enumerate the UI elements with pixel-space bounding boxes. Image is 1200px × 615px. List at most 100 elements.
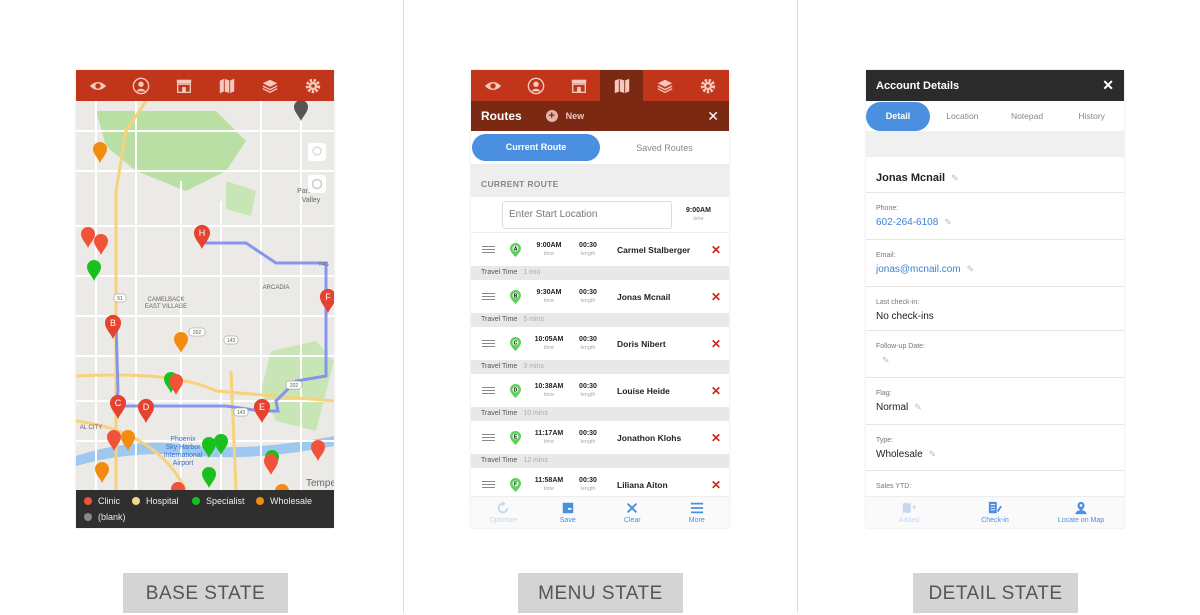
stop-time-value: 11:58AM <box>534 476 564 484</box>
account-map-pin[interactable] <box>95 462 109 483</box>
close-routes-button[interactable]: ✕ <box>707 108 719 125</box>
store-icon <box>571 79 586 93</box>
tab-history[interactable]: History <box>1059 111 1124 121</box>
tab-location[interactable]: Location <box>930 111 995 121</box>
type-value: Wholesale <box>876 449 923 460</box>
added-button[interactable]: Added <box>866 497 952 528</box>
remove-stop-button[interactable]: ✕ <box>711 243 721 257</box>
checkin-label: Check-in <box>981 517 1009 524</box>
drag-handle-icon[interactable] <box>482 246 495 253</box>
routes-header: Routes + New ✕ <box>471 101 729 131</box>
layers-button[interactable] <box>643 70 686 101</box>
drag-handle-icon[interactable] <box>482 481 495 488</box>
eye-button[interactable] <box>76 70 119 101</box>
map-icon <box>614 78 629 93</box>
settings-button[interactable] <box>686 70 729 101</box>
eye-button[interactable] <box>471 70 514 101</box>
account-map-pin[interactable] <box>81 227 95 248</box>
route-stop-row[interactable]: A 9:00AM time 00:30 length Carmel Stalberg… <box>471 233 729 266</box>
locate-button[interactable] <box>308 175 326 193</box>
route-stop-row[interactable]: E 11:17AM time 00:30 length Jonathon Klohs… <box>471 421 729 454</box>
highway-shield: 143 <box>237 410 246 416</box>
email-row: Email: jonas@mcnail.com ✎ <box>866 240 1124 287</box>
save-button[interactable]: Save <box>536 497 601 528</box>
route-stops-list[interactable]: A 9:00AM time 00:30 length Carmel Stalberg… <box>471 233 729 501</box>
remove-stop-button[interactable]: ✕ <box>711 337 721 351</box>
new-route-button[interactable]: + New <box>545 110 584 122</box>
settings-button[interactable] <box>291 70 334 101</box>
tab-detail[interactable]: Detail <box>866 101 930 131</box>
travel-time-row: Travel Time 3 mins <box>471 360 729 374</box>
phone-link[interactable]: 602-264-6108 <box>876 217 938 228</box>
travel-time-label: Travel Time <box>481 316 518 323</box>
stop-pin-icon: E <box>510 430 521 445</box>
stop-length: 00:30 length <box>573 288 603 306</box>
remove-stop-button[interactable]: ✕ <box>711 290 721 304</box>
travel-time-value: 12 mins <box>523 457 548 464</box>
account-map-pin[interactable] <box>174 332 188 353</box>
stop-time: 11:17AM time <box>529 429 569 447</box>
account-map-pin[interactable] <box>202 467 216 488</box>
routes-button[interactable] <box>205 70 248 101</box>
legend-dot <box>132 497 140 505</box>
edit-phone-button[interactable]: ✎ <box>944 217 952 227</box>
legend-dot <box>256 497 264 505</box>
remove-stop-button[interactable]: ✕ <box>711 431 721 445</box>
length-label: length <box>580 344 596 351</box>
layers-button[interactable] <box>248 70 291 101</box>
account-map-pin[interactable] <box>264 454 278 475</box>
email-link[interactable]: jonas@mcnail.com <box>876 264 961 275</box>
remove-stop-button[interactable]: ✕ <box>711 384 721 398</box>
more-button[interactable]: More <box>665 497 730 528</box>
route-stop-row[interactable]: C 10:05AM time 00:30 length Doris Nibert ✕ <box>471 327 729 360</box>
followup-label: Follow-up Date: <box>876 343 926 350</box>
more-label: More <box>688 517 705 524</box>
store-button[interactable] <box>557 70 600 101</box>
drag-handle-icon[interactable] <box>482 434 495 441</box>
close-details-button[interactable]: ✕ <box>1102 77 1114 94</box>
tab-notepad[interactable]: Notepad <box>995 111 1060 121</box>
clear-button[interactable]: Clear <box>600 497 665 528</box>
map-legend: Clinic Hospital Specialist Wholesale (bl… <box>76 490 334 528</box>
save-icon <box>562 502 573 514</box>
lasso-button[interactable] <box>308 143 326 161</box>
route-stop-row[interactable]: D 10:38AM time 00:30 length Louise Heide ✕ <box>471 374 729 407</box>
edit-name-button[interactable]: ✎ <box>951 173 959 183</box>
account-button[interactable] <box>514 70 557 101</box>
edit-followup-button[interactable]: ✎ <box>882 355 890 365</box>
travel-time-row: Travel Time 5 mins <box>471 313 729 327</box>
tab-saved-routes[interactable]: Saved Routes <box>600 143 729 153</box>
account-map-pin[interactable] <box>87 260 101 281</box>
account-button[interactable] <box>119 70 162 101</box>
account-map-pin[interactable] <box>311 440 325 461</box>
map-label: AL CITY <box>80 425 102 431</box>
route-marker-letter: C <box>115 398 122 408</box>
length-label: length <box>580 438 596 445</box>
stop-length: 00:30 length <box>573 429 603 447</box>
drag-handle-icon[interactable] <box>482 293 495 300</box>
route-stop-row[interactable]: B 9:30AM time 00:30 length Jonas Mcnail ✕ <box>471 280 729 313</box>
phone-row: Phone: 602-264-6108 ✎ <box>866 193 1124 240</box>
checkin-button[interactable]: Check-in <box>952 497 1038 528</box>
tab-current-route[interactable]: Current Route <box>472 134 600 161</box>
stop-length: 00:30 length <box>573 241 603 259</box>
plus-icon: + <box>545 110 558 122</box>
start-location-input[interactable] <box>502 200 672 229</box>
layers-icon <box>261 79 278 93</box>
locate-on-map-button[interactable]: Locate on Map <box>1038 497 1124 528</box>
drag-handle-icon[interactable] <box>482 387 495 394</box>
optimize-button[interactable]: Optimize <box>471 497 536 528</box>
travel-time-label: Travel Time <box>481 410 518 417</box>
edit-flag-button[interactable]: ✎ <box>914 402 922 412</box>
route-marker-letter: E <box>259 402 265 412</box>
edit-email-button[interactable]: ✎ <box>967 264 975 274</box>
edit-type-button[interactable]: ✎ <box>929 449 937 459</box>
account-map-pin[interactable] <box>294 101 308 121</box>
legend-item: Wholesale <box>256 496 320 506</box>
remove-stop-button[interactable]: ✕ <box>711 478 721 492</box>
map[interactable]: Paradise Valley CAMELBACK EAST VILLAGE A… <box>76 101 334 490</box>
stop-time-value: 11:17AM <box>534 429 564 437</box>
drag-handle-icon[interactable] <box>482 340 495 347</box>
store-button[interactable] <box>162 70 205 101</box>
routes-button[interactable] <box>600 70 643 101</box>
